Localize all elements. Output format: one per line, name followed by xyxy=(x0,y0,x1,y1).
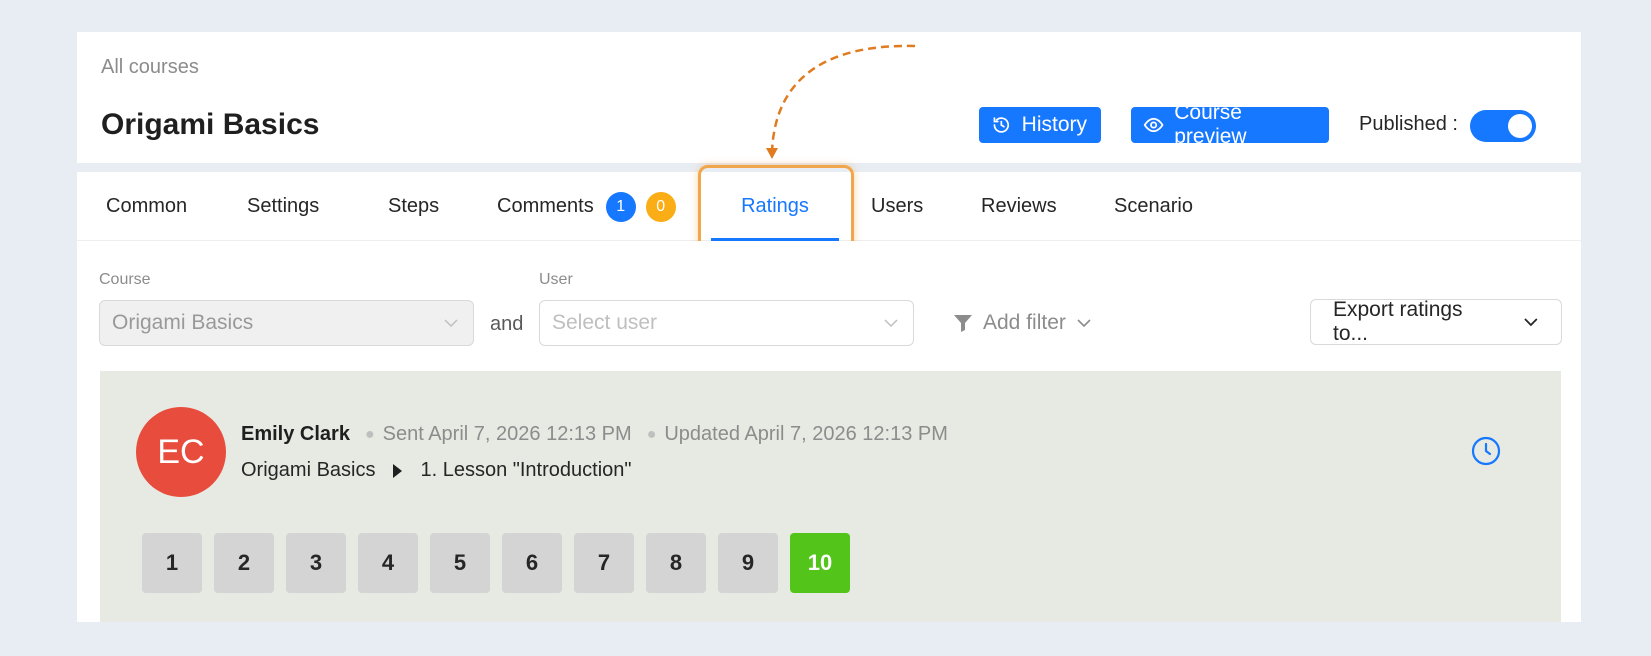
course-select[interactable]: Origami Basics xyxy=(99,300,474,346)
score-option[interactable]: 1 xyxy=(142,533,202,593)
updated-date: Updated April 7, 2026 12:13 PM xyxy=(664,423,948,445)
score-option[interactable]: 2 xyxy=(214,533,274,593)
and-label: and xyxy=(490,313,524,335)
tab-label: Ratings xyxy=(741,195,809,217)
add-filter-button[interactable]: Add filter xyxy=(953,311,1092,335)
chevron-down-icon xyxy=(1524,318,1538,327)
history-label: History xyxy=(1021,113,1087,136)
sent-date: Sent April 7, 2026 12:13 PM xyxy=(382,423,632,445)
tab-label: Steps xyxy=(388,195,440,217)
user-filter-label: User xyxy=(539,271,573,288)
course-select-value: Origami Basics xyxy=(112,311,254,334)
eye-icon xyxy=(1143,117,1164,133)
score-option[interactable]: 7 xyxy=(574,533,634,593)
comments-count-badge: 1 xyxy=(605,191,636,222)
published-label: Published : xyxy=(1359,113,1458,135)
export-label: Export ratings to... xyxy=(1333,298,1463,345)
add-filter-label: Add filter xyxy=(983,311,1066,334)
rating-path: Origami Basics 1. Lesson "Introduction" xyxy=(241,459,631,482)
tab-ratings[interactable]: Ratings xyxy=(711,172,839,241)
course-filter-label: Course xyxy=(99,271,151,288)
chevron-down-icon xyxy=(1077,319,1091,328)
tab-users[interactable]: Users xyxy=(871,172,923,241)
history-icon xyxy=(993,117,1010,133)
score-option[interactable]: 8 xyxy=(646,533,706,593)
tab-label: Common xyxy=(106,195,188,217)
score-option[interactable]: 3 xyxy=(286,533,346,593)
course-preview-label: Course preview xyxy=(1174,101,1247,148)
rating-meta: Emily Clark ● Sent April 7, 2026 12:13 P… xyxy=(241,423,948,446)
tab-label: Comments xyxy=(497,195,594,217)
score-option[interactable]: 4 xyxy=(358,533,418,593)
page-title: Origami Basics xyxy=(101,108,320,141)
clock-icon[interactable] xyxy=(1470,435,1502,467)
toggle-knob xyxy=(1508,114,1532,138)
tab-comments[interactable]: Comments 1 0 xyxy=(497,172,676,241)
path-course[interactable]: Origami Basics xyxy=(241,459,375,482)
tab-bar: Common Settings Steps Comments 1 0 Ratin… xyxy=(77,172,1581,241)
tab-reviews[interactable]: Reviews xyxy=(981,172,1057,241)
tab-label: Scenario xyxy=(1114,195,1193,217)
tab-common[interactable]: Common xyxy=(106,172,187,241)
author-name[interactable]: Emily Clark xyxy=(241,423,350,446)
path-lesson[interactable]: 1. Lesson "Introduction" xyxy=(420,459,631,482)
separator-dot: ● xyxy=(364,425,375,443)
user-select[interactable]: Select user xyxy=(539,300,914,346)
chevron-down-icon xyxy=(884,319,898,328)
score-option[interactable]: 6 xyxy=(502,533,562,593)
chevron-down-icon xyxy=(444,319,458,328)
history-button[interactable]: History xyxy=(979,107,1101,143)
breadcrumb-all-courses[interactable]: All courses xyxy=(101,56,199,79)
annotation-arrow xyxy=(766,44,916,159)
tab-label: Users xyxy=(871,195,924,217)
tab-label: Reviews xyxy=(981,195,1057,217)
separator-dot: ● xyxy=(646,425,657,443)
tab-settings[interactable]: Settings xyxy=(247,172,319,241)
tab-label: Settings xyxy=(247,195,320,217)
published-toggle[interactable] xyxy=(1470,110,1536,142)
filter-icon xyxy=(954,315,972,332)
tab-steps[interactable]: Steps xyxy=(388,172,439,241)
avatar: EC xyxy=(136,407,226,497)
score-options: 1 2 3 4 5 6 7 8 9 10 xyxy=(142,533,850,593)
course-preview-button[interactable]: Course preview xyxy=(1131,101,1329,148)
score-option[interactable]: 9 xyxy=(718,533,778,593)
export-ratings-dropdown[interactable]: Export ratings to... xyxy=(1310,298,1562,345)
pending-count-badge: 0 xyxy=(645,191,676,222)
score-option[interactable]: 5 xyxy=(430,533,490,593)
score-option-selected[interactable]: 10 xyxy=(790,533,850,593)
caret-right-icon xyxy=(393,463,403,478)
rating-card: EC Emily Clark ● Sent April 7, 2026 12:1… xyxy=(100,371,1561,622)
tab-scenario[interactable]: Scenario xyxy=(1114,172,1193,241)
user-select-placeholder: Select user xyxy=(552,311,658,334)
